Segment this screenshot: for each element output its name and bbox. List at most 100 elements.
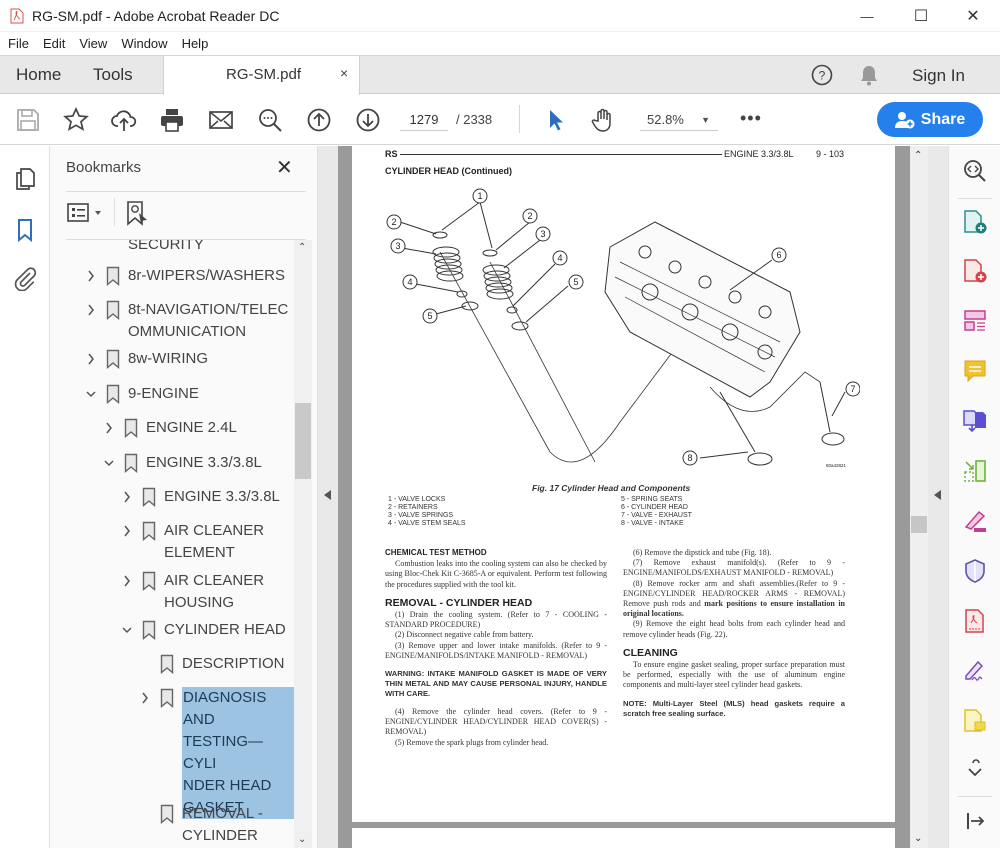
menu-bar: File Edit View Window Help bbox=[0, 32, 1000, 56]
left-panel-collapse-handle[interactable] bbox=[318, 146, 338, 848]
collapse-left-icon[interactable] bbox=[324, 490, 331, 500]
valve-spring-right bbox=[482, 264, 514, 300]
bookmark-label: AIR CLEANER HOUSING bbox=[164, 572, 265, 611]
tab-tools[interactable]: Tools bbox=[93, 65, 133, 85]
comment-icon[interactable] bbox=[962, 358, 988, 384]
export-pdf-icon[interactable] bbox=[962, 258, 988, 284]
maximize-button[interactable]: ☐ bbox=[898, 0, 944, 32]
bookmark-label: ENGINE 3.3/3.8L bbox=[164, 488, 280, 505]
chevron-right-icon[interactable] bbox=[102, 417, 116, 439]
share-button[interactable]: Share bbox=[877, 102, 983, 137]
document-scrollbar[interactable]: ⌃ ⌄ bbox=[910, 146, 928, 848]
more-tools-icon[interactable] bbox=[962, 756, 988, 782]
cleaning-body: To ensure engine gasket sealing, proper … bbox=[623, 660, 845, 690]
bookmark-label: ENGINE 3.3/3.8L bbox=[146, 454, 262, 471]
send-for-review-icon[interactable] bbox=[962, 708, 988, 734]
svg-text:4: 4 bbox=[407, 277, 412, 287]
divider bbox=[66, 191, 306, 192]
print-icon[interactable] bbox=[159, 107, 185, 133]
close-window-button[interactable]: ✕ bbox=[950, 0, 996, 32]
bookmark-ribbon-icon bbox=[106, 349, 120, 369]
collapse-panel-icon[interactable] bbox=[962, 808, 988, 834]
combine-files-icon[interactable] bbox=[962, 408, 988, 434]
chevron-right-icon[interactable] bbox=[120, 486, 134, 508]
page-thumbnails-icon[interactable] bbox=[12, 166, 38, 192]
upload-cloud-icon[interactable] bbox=[111, 107, 137, 133]
fill-sign-icon[interactable] bbox=[962, 508, 988, 534]
main-toolbar: 1279 / 2338 52.8% ▼ ••• bbox=[0, 95, 1000, 145]
select-cursor-icon[interactable] bbox=[543, 107, 569, 133]
add-user-icon bbox=[894, 111, 915, 128]
tab-close-icon[interactable]: × bbox=[340, 65, 348, 81]
close-bookmarks-icon[interactable]: ✕ bbox=[276, 155, 293, 180]
expand-right-panel-icon[interactable] bbox=[934, 490, 941, 500]
hand-tool-icon[interactable] bbox=[590, 107, 616, 133]
step-3: (3) Remove upper and lower intake manifo… bbox=[385, 640, 607, 660]
scroll-down-icon[interactable]: ⌄ bbox=[298, 834, 306, 845]
tab-document[interactable]: RG-SM.pdf × bbox=[163, 56, 360, 95]
organize-pages-icon[interactable] bbox=[962, 308, 988, 334]
scroll-up-icon[interactable]: ⌃ bbox=[914, 150, 922, 161]
valve-spring-left bbox=[432, 246, 464, 282]
menu-view[interactable]: View bbox=[79, 36, 107, 51]
page-number-input[interactable]: 1279 bbox=[400, 109, 448, 131]
notifications-bell-icon[interactable] bbox=[858, 64, 880, 86]
menu-window[interactable]: Window bbox=[121, 36, 167, 51]
zoom-level-select[interactable]: 52.8% ▼ bbox=[640, 109, 718, 131]
figure-legend-right: 5 - SPRING SEATS 6 - CYLINDER HEAD 7 - V… bbox=[621, 496, 692, 527]
chevron-right-icon[interactable] bbox=[120, 570, 134, 592]
request-signature-icon[interactable] bbox=[962, 658, 988, 684]
chevron-right-icon[interactable] bbox=[138, 687, 152, 709]
protect-icon[interactable] bbox=[962, 558, 988, 584]
chemical-test-heading: CHEMICAL TEST METHOD bbox=[385, 548, 487, 557]
step-4: (4) Remove the cylinder head covers. (Re… bbox=[385, 707, 607, 737]
chevron-right-icon[interactable] bbox=[84, 265, 98, 287]
page-down-icon[interactable] bbox=[355, 107, 381, 133]
chevron-down-icon[interactable] bbox=[102, 452, 116, 474]
bookmark-star-icon[interactable] bbox=[63, 107, 89, 133]
right-panel-expand-handle[interactable] bbox=[928, 146, 948, 848]
svg-text:4: 4 bbox=[557, 253, 562, 263]
chevron-right-icon[interactable] bbox=[84, 348, 98, 370]
chevron-right-icon[interactable] bbox=[120, 520, 134, 542]
chevron-down-icon[interactable] bbox=[84, 383, 98, 405]
zoom-level-value: 52.8% bbox=[647, 112, 684, 127]
scroll-down-icon[interactable]: ⌄ bbox=[914, 833, 922, 844]
bookmarks-title: Bookmarks bbox=[66, 159, 142, 176]
step-5: (5) Remove the spark plugs from cylinder… bbox=[395, 737, 549, 747]
zoom-search-icon[interactable] bbox=[962, 158, 988, 184]
bookmark-ribbon-icon bbox=[124, 418, 138, 438]
minimize-button[interactable]: — bbox=[844, 0, 890, 32]
menu-file[interactable]: File bbox=[8, 36, 29, 51]
tab-home[interactable]: Home bbox=[16, 65, 61, 85]
compress-pdf-icon[interactable] bbox=[962, 458, 988, 484]
help-icon[interactable]: ? bbox=[811, 64, 833, 86]
email-icon[interactable] bbox=[208, 107, 234, 133]
search-zoom-icon[interactable] bbox=[257, 107, 283, 133]
bookmark-ribbon-icon bbox=[124, 453, 138, 473]
find-current-bookmark-icon[interactable] bbox=[125, 200, 149, 226]
save-icon[interactable] bbox=[15, 107, 41, 133]
scroll-up-icon[interactable]: ⌃ bbox=[298, 242, 306, 253]
sign-in-button[interactable]: Sign In bbox=[912, 66, 965, 86]
document-view[interactable]: RS ENGINE 3.3/3.8L 9 - 103 CYLINDER HEAD… bbox=[338, 146, 910, 858]
bookmarks-scrollbar[interactable]: ⌃ ⌄ bbox=[294, 240, 312, 848]
more-tools-button[interactable]: ••• bbox=[740, 108, 762, 129]
page-up-icon[interactable] bbox=[306, 107, 332, 133]
attachments-icon[interactable] bbox=[12, 265, 38, 291]
chevron-down-icon[interactable] bbox=[120, 619, 134, 641]
pdf-standards-icon[interactable] bbox=[962, 608, 988, 634]
menu-help[interactable]: Help bbox=[182, 36, 209, 51]
divider bbox=[958, 796, 992, 797]
bookmark-options-icon[interactable] bbox=[67, 202, 107, 224]
create-pdf-icon[interactable] bbox=[962, 209, 988, 235]
note-text: NOTE: Multi-Layer Steel (MLS) head gaske… bbox=[623, 698, 845, 718]
cylinder-head-diagram: 1 2 2 3 3 4 4 5 5 6 7 8 80a42821 bbox=[386, 188, 860, 468]
scrollbar-thumb[interactable] bbox=[911, 516, 927, 533]
chevron-right-icon[interactable] bbox=[84, 299, 98, 321]
bookmarks-icon[interactable] bbox=[12, 217, 38, 243]
bookmark-ribbon-icon bbox=[106, 266, 120, 286]
divider bbox=[958, 198, 992, 199]
scrollbar-thumb[interactable] bbox=[295, 403, 311, 479]
menu-edit[interactable]: Edit bbox=[43, 36, 65, 51]
